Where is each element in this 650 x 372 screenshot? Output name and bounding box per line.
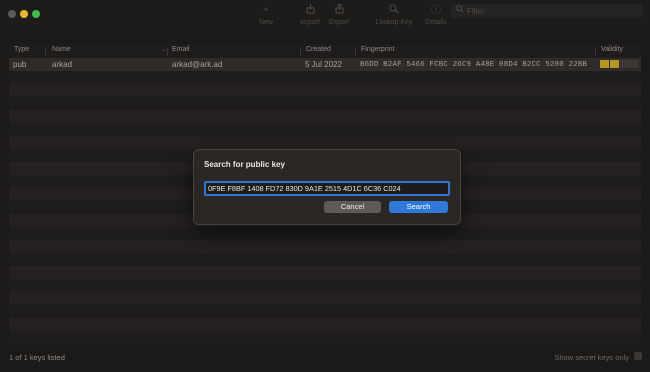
cell-email: arkad@ark.ad [172,60,223,69]
empty-row [9,292,641,305]
sort-indicator-icon: ⌄ [161,47,167,53]
cell-type: pub [13,60,27,69]
column-header-name[interactable]: Name [52,46,71,53]
show-secret-keys-checkbox[interactable] [634,352,642,360]
empty-row [9,123,641,136]
column-header-fingerprint[interactable]: Fingerprint [361,46,394,53]
table-header: Type Name ⌄ Email Created Fingerprint Va… [9,44,641,58]
search-icon [456,5,464,15]
new-key-button[interactable]: + New [246,4,286,28]
cell-name: arkad [52,60,73,69]
column-header-created[interactable]: Created [306,46,331,53]
column-separator[interactable] [167,47,168,56]
empty-row [9,318,641,331]
details-label: Details [425,19,447,26]
empty-row [9,136,641,149]
close-window-button[interactable] [8,10,16,18]
zoom-window-button[interactable] [32,10,40,18]
export-icon [319,3,359,18]
empty-row [9,305,641,318]
plus-icon: + [263,5,269,16]
column-header-type[interactable]: Type [14,46,29,53]
export-button[interactable]: Export [319,3,359,28]
validity-segment [610,60,619,68]
column-separator[interactable] [45,47,46,56]
status-footer: 1 of 1 keys listed Show secret keys only [0,345,650,372]
table-row[interactable]: pub arkad arkad@ark.ad 5 Jul 2022 B6DD B… [9,58,641,71]
keys-count-label: 1 of 1 keys listed [9,353,65,362]
column-separator[interactable] [300,47,301,56]
export-label: Export [328,19,350,26]
new-key-label: New [258,19,273,26]
empty-row [9,84,641,97]
validity-indicator [600,60,638,68]
cancel-button[interactable]: Cancel [324,201,381,213]
empty-row [9,227,641,240]
minimize-window-button[interactable] [20,10,28,18]
empty-row [9,71,641,84]
empty-row [9,110,641,123]
column-separator[interactable] [595,47,596,56]
empty-row [9,97,641,110]
lookup-key-label: Lookup Key [375,19,413,26]
empty-row [9,331,641,344]
empty-row [9,253,641,266]
show-secret-keys-label[interactable]: Show secret keys only [554,353,629,362]
lookup-key-icon [374,4,414,18]
key-search-input[interactable] [204,181,450,196]
filter-search-field[interactable] [450,4,643,18]
column-separator[interactable] [355,47,356,56]
dialog-title: Search for public key [204,160,285,169]
empty-row [9,240,641,253]
cell-created: 5 Jul 2022 [305,60,342,69]
column-header-validity[interactable]: Validity [601,46,623,53]
empty-row [9,266,641,279]
window-titlebar: + New Import Export Lookup Key ⓘ Details [0,0,650,40]
filter-input[interactable] [467,4,637,18]
validity-segment [600,60,609,68]
empty-row [9,279,641,292]
search-public-key-dialog: Search for public key Cancel Search [193,149,461,225]
search-button[interactable]: Search [389,201,448,213]
validity-segment [629,60,638,68]
lookup-key-button[interactable]: Lookup Key [374,4,414,28]
column-header-email[interactable]: Email [172,46,190,53]
validity-segment [620,60,629,68]
cell-fingerprint: B6DD B2AF 5466 FCBC 26C9 A48E 08D4 B2CC … [360,61,588,69]
